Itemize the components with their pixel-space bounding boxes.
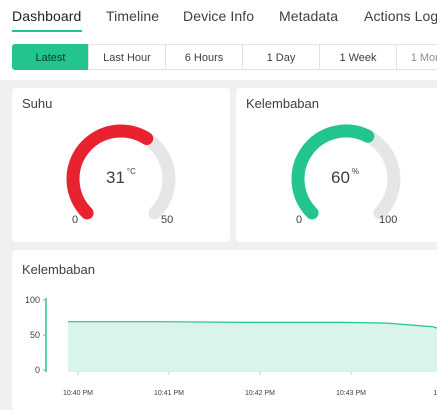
y-tick-label: 0 [35,365,40,375]
gauge-max-label: 50 [161,214,173,226]
gauge-min-label: 0 [72,214,78,226]
x-tick-label: 10:44 [433,390,437,397]
gauge-value-kelembaban: 60% [331,168,359,188]
chart-title: Kelembaban [22,262,95,277]
x-tick-label: 10:42 PM [245,390,275,397]
gauge-max-label: 100 [379,214,397,226]
y-tick-label: 50 [30,330,40,340]
x-tick-label: 10:40 PM [63,390,93,397]
humidity-chart: 100 50 0 10:40 PM 10:41 PM 10:42 PM 10:43 PM 10… [12,288,437,403]
y-tick-label: 100 [25,295,40,305]
series-area [68,322,437,372]
x-tick-label: 10:41 PM [154,390,184,397]
x-tick-label: 10:43 PM [336,390,366,397]
gauge-min-label: 0 [296,214,302,226]
gauge-value-suhu: 31°C [106,168,136,188]
